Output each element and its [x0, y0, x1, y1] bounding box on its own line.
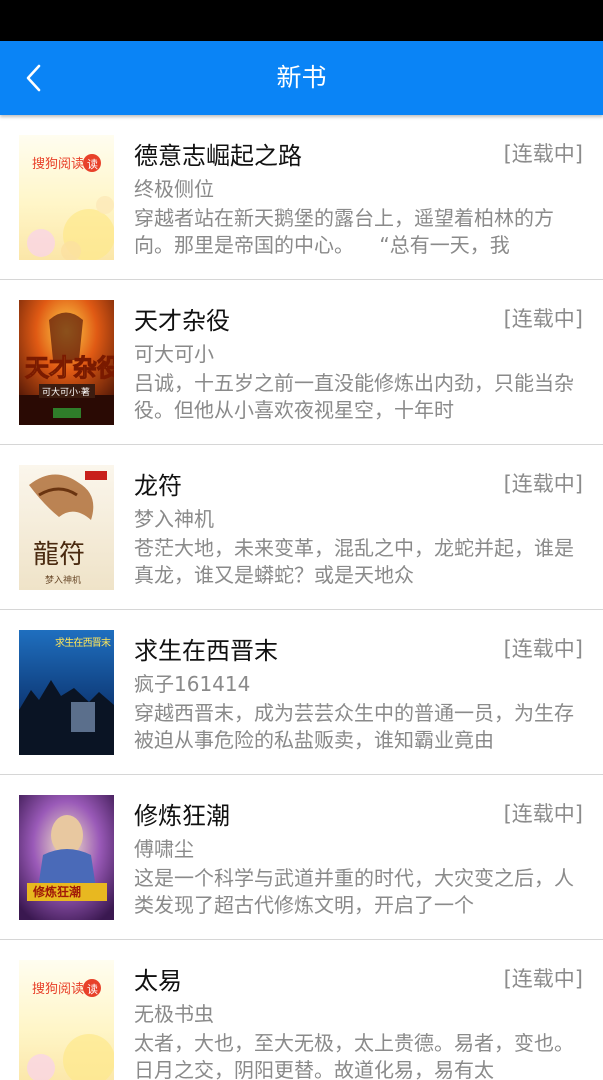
book-title: 龙符: [134, 472, 182, 500]
serial-status: [连载中]: [503, 142, 583, 166]
book-author: 傅啸尘: [134, 837, 194, 861]
book-list-item[interactable]: 天才杂役 可大可小·著 天才杂役 [连载中] 可大可小 吕诚，十五岁之前一直没能…: [0, 280, 603, 445]
book-title: 德意志崛起之路: [134, 142, 302, 170]
cover-sub: 可大可小·著: [42, 386, 90, 398]
svg-text:读: 读: [87, 157, 98, 171]
status-bar: [0, 0, 603, 41]
book-cover: 搜狗阅读 读: [19, 135, 114, 260]
book-title: 天才杂役: [134, 307, 230, 335]
book-cover: 求生在西晋末: [19, 630, 114, 755]
book-list-item[interactable]: 求生在西晋末 求生在西晋末 [连载中] 疯子161414 穿越西晋末，成为芸芸众…: [0, 610, 603, 775]
book-list-item[interactable]: 搜狗阅读 读 太易 [连载中] 无极书虫 太者，大也，至大无极，太上贵德。易者，…: [0, 940, 603, 1080]
book-list-item[interactable]: 修炼狂潮 修炼狂潮 [连载中] 傅啸尘 这是一个科学与武道并重的时代，大灾变之后…: [0, 775, 603, 940]
serial-status: [连载中]: [503, 802, 583, 826]
book-list-item[interactable]: 搜狗阅读 读 德意志崛起之路 [连载中] 终极侧位 穿越者站在新天鹅堡的露台上，…: [0, 115, 603, 280]
serial-status: [连载中]: [503, 472, 583, 496]
cover-label: 搜狗阅读: [32, 982, 84, 997]
book-author: 疯子161414: [134, 672, 251, 696]
cover-label: 搜狗阅读: [32, 157, 84, 172]
book-description: 吕诚，十五岁之前一直没能修炼出内劲，只能当杂役。但他从小喜欢夜视星空，十年时: [134, 371, 574, 422]
book-title: 太易: [134, 967, 182, 995]
app-bar: 新书: [0, 41, 603, 115]
book-description: 穿越西晋末，成为芸芸众生中的普通一员，为生存被迫从事危险的私盐贩卖，谁知霸业竟由: [134, 701, 574, 752]
cover-label: 天才杂役: [25, 353, 114, 382]
book-description: 这是一个科学与武道并重的时代，大灾变之后，人类发现了超古代修炼文明，开启了一个: [134, 866, 574, 917]
book-description: 苍茫大地，未来变革，混乱之中，龙蛇并起，谁是真龙，谁又是蟒蛇？或是天地众: [134, 536, 574, 587]
book-description: 太者，大也，至大无极，太上贵德。易者，变也。日月之交，阴阳更替。故道化易，易有太: [134, 1031, 574, 1080]
book-cover: 龍符 梦入神机: [19, 465, 114, 590]
book-author: 终极侧位: [134, 177, 214, 201]
cover-label: 修炼狂潮: [32, 884, 81, 899]
cover-sub: 梦入神机: [45, 574, 81, 586]
serial-status: [连载中]: [503, 967, 583, 991]
book-author: 梦入神机: [134, 507, 214, 531]
svg-text:读: 读: [87, 982, 98, 996]
book-list[interactable]: 搜狗阅读 读 德意志崛起之路 [连载中] 终极侧位 穿越者站在新天鹅堡的露台上，…: [0, 115, 603, 1080]
cover-label: 求生在西晋末: [55, 636, 111, 649]
serial-status: [连载中]: [503, 637, 583, 661]
book-cover: 搜狗阅读 读: [19, 960, 114, 1080]
book-cover: 修炼狂潮: [19, 795, 114, 920]
book-cover: 天才杂役 可大可小·著: [19, 300, 114, 425]
cover-label: 龍符: [33, 540, 85, 570]
book-author: 可大可小: [134, 342, 214, 366]
book-author: 无极书虫: [134, 1002, 214, 1026]
page-title: 新书: [276, 63, 327, 92]
book-title: 求生在西晋末: [134, 637, 278, 665]
book-list-item[interactable]: 龍符 梦入神机 龙符 [连载中] 梦入神机 苍茫大地，未来变革，混乱之中，龙蛇并…: [0, 445, 603, 610]
serial-status: [连载中]: [503, 307, 583, 331]
book-description: 穿越者站在新天鹅堡的露台上，遥望着柏林的方向。那里是帝国的中心。 “总有一天，我: [134, 206, 554, 257]
book-title: 修炼狂潮: [134, 802, 230, 830]
